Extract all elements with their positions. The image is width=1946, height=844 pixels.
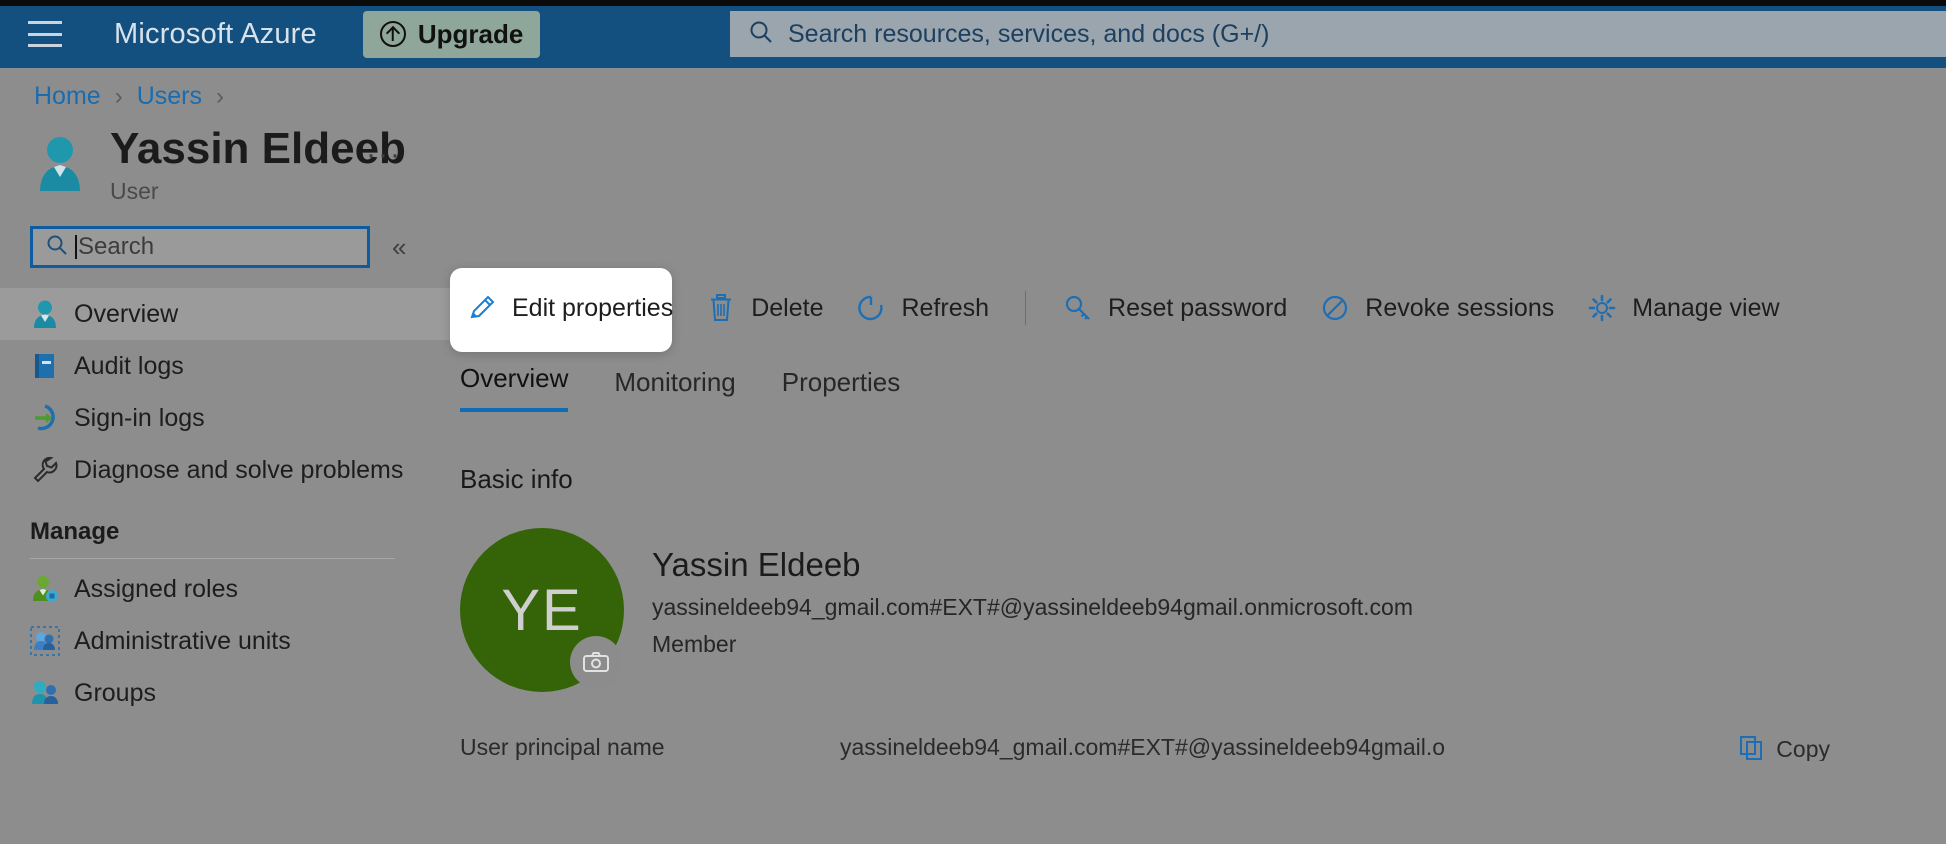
identity-text: Yassin Eldeeb yassineldeeb94_gmail.com#E… bbox=[652, 528, 1413, 658]
revoke-sessions-button[interactable]: Revoke sessions bbox=[1303, 278, 1570, 338]
toolbar-item-label: Delete bbox=[751, 293, 824, 322]
sidebar-item-sign-in-logs[interactable]: Sign-in logs bbox=[0, 392, 450, 444]
sidebar-item-label: Administrative units bbox=[74, 626, 291, 655]
administrative-units-icon bbox=[30, 626, 60, 656]
upgrade-button[interactable]: Upgrade bbox=[362, 10, 541, 58]
top-navigation-bar: Microsoft Azure Upgrade Search resources… bbox=[0, 0, 1946, 68]
global-search-input[interactable]: Search resources, services, and docs (G+… bbox=[730, 11, 1946, 57]
user-email: yassineldeeb94_gmail.com#EXT#@yassinelde… bbox=[652, 594, 1414, 620]
global-search-placeholder: Search resources, services, and docs (G+… bbox=[788, 19, 1270, 48]
assigned-roles-icon bbox=[30, 574, 60, 604]
upgrade-arrow-icon bbox=[379, 21, 406, 47]
pencil-icon bbox=[466, 292, 498, 324]
search-input-placeholder: Search bbox=[78, 233, 155, 260]
groups-icon bbox=[30, 678, 60, 708]
key-icon bbox=[1062, 292, 1094, 324]
delete-button[interactable]: Delete bbox=[689, 278, 839, 338]
sidebar-search-row: Search « bbox=[30, 226, 406, 268]
more-menu-button[interactable]: ··· bbox=[366, 138, 402, 172]
sidebar-nav-list: Overview Audit logs Sign-in logs Diagnos… bbox=[0, 288, 450, 719]
toolbar-item-label: Edit properties bbox=[512, 293, 674, 322]
search-icon bbox=[45, 233, 69, 262]
sidebar-item-assigned-roles[interactable]: Assigned roles bbox=[0, 563, 450, 615]
copy-icon bbox=[1738, 734, 1764, 761]
sidebar-item-administrative-units[interactable]: Administrative units bbox=[0, 615, 450, 667]
search-input[interactable]: Search bbox=[30, 226, 370, 268]
breadcrumb: Home › Users › bbox=[34, 82, 224, 111]
user-display-name: Yassin Eldeeb bbox=[652, 546, 861, 583]
block-icon bbox=[1319, 292, 1351, 324]
main-content: Edit properties Delete Refresh Reset pas… bbox=[450, 218, 1946, 844]
search-icon bbox=[748, 19, 774, 50]
chevron-right-icon: › bbox=[215, 82, 224, 110]
sidebar-item-audit-logs[interactable]: Audit logs bbox=[0, 340, 450, 392]
content-tabs: Overview Monitoring Properties bbox=[460, 363, 900, 412]
collapse-sidebar-button[interactable]: « bbox=[392, 232, 406, 263]
reset-password-button[interactable]: Reset password bbox=[1046, 278, 1303, 338]
toolbar-item-label: Refresh bbox=[901, 293, 990, 322]
wrench-icon bbox=[30, 455, 60, 485]
user-identity-block: YE Yassin Eldeeb yassineldeeb94_gmail.co… bbox=[460, 528, 1413, 692]
sidebar-item-label: Diagnose and solve problems bbox=[74, 455, 404, 484]
sidebar-item-label: Audit logs bbox=[74, 351, 184, 380]
camera-icon[interactable] bbox=[570, 636, 622, 688]
toolbar-item-label: Revoke sessions bbox=[1365, 293, 1555, 322]
chevron-right-icon: › bbox=[114, 82, 123, 110]
sidebar-item-overview[interactable]: Overview bbox=[0, 288, 450, 340]
toolbar-item-label: Reset password bbox=[1108, 293, 1288, 322]
breadcrumb-item-home[interactable]: Home bbox=[34, 82, 101, 111]
toolbar-item-label: Manage view bbox=[1632, 293, 1780, 322]
sign-in-icon bbox=[30, 403, 60, 433]
user-icon bbox=[34, 134, 86, 192]
text-cursor bbox=[75, 235, 77, 259]
user-icon bbox=[30, 299, 60, 329]
sidebar-item-label: Assigned roles bbox=[74, 574, 238, 603]
window-top-strip bbox=[0, 0, 1946, 6]
sidebar: Search « Overview Audit logs Sign-in log… bbox=[0, 218, 450, 844]
page-body: Home › Users › Yassin Eldeeb User ··· Se… bbox=[0, 68, 1946, 844]
section-title-basic-info: Basic info bbox=[460, 464, 573, 494]
gear-icon bbox=[1586, 292, 1618, 324]
toolbar-divider bbox=[1025, 291, 1027, 325]
sidebar-group-title-manage: Manage bbox=[30, 518, 120, 545]
edit-properties-button[interactable]: Edit properties bbox=[450, 278, 689, 338]
sidebar-item-groups[interactable]: Groups bbox=[0, 667, 450, 719]
trash-icon bbox=[705, 292, 737, 324]
sidebar-item-label: Sign-in logs bbox=[74, 403, 205, 432]
page-title: Yassin Eldeeb bbox=[110, 124, 406, 173]
hamburger-icon[interactable] bbox=[28, 21, 62, 47]
page-subtitle: User bbox=[110, 178, 159, 205]
tab-overview[interactable]: Overview bbox=[460, 363, 569, 412]
sidebar-item-label: Groups bbox=[74, 678, 156, 707]
manage-view-button[interactable]: Manage view bbox=[1570, 278, 1795, 338]
command-toolbar: Edit properties Delete Refresh Reset pas… bbox=[450, 278, 1796, 338]
breadcrumb-item-users[interactable]: Users bbox=[137, 82, 202, 111]
user-type: Member bbox=[652, 631, 737, 657]
sidebar-item-diagnose-and-solve-problems[interactable]: Diagnose and solve problems bbox=[0, 444, 450, 496]
copy-button-label: Copy bbox=[1776, 736, 1830, 761]
sidebar-divider bbox=[30, 558, 395, 559]
tab-properties[interactable]: Properties bbox=[782, 367, 901, 412]
refresh-button[interactable]: Refresh bbox=[839, 278, 1005, 338]
property-label: User principal name bbox=[460, 734, 665, 760]
page-header: Yassin Eldeeb User bbox=[34, 124, 406, 205]
property-value: yassineldeeb94_gmail.com#EXT#@yassinelde… bbox=[840, 734, 1446, 760]
copy-button[interactable]: Copy bbox=[1738, 734, 1830, 761]
avatar-wrapper: YE bbox=[460, 528, 624, 692]
brand-title[interactable]: Microsoft Azure bbox=[114, 18, 317, 51]
sidebar-item-label: Overview bbox=[74, 299, 179, 328]
upgrade-button-label: Upgrade bbox=[417, 18, 524, 49]
tab-monitoring[interactable]: Monitoring bbox=[614, 367, 735, 412]
user-principal-name-row: User principal name yassineldeeb94_gmail… bbox=[460, 734, 1910, 761]
refresh-icon bbox=[855, 292, 887, 324]
book-icon bbox=[30, 351, 60, 381]
